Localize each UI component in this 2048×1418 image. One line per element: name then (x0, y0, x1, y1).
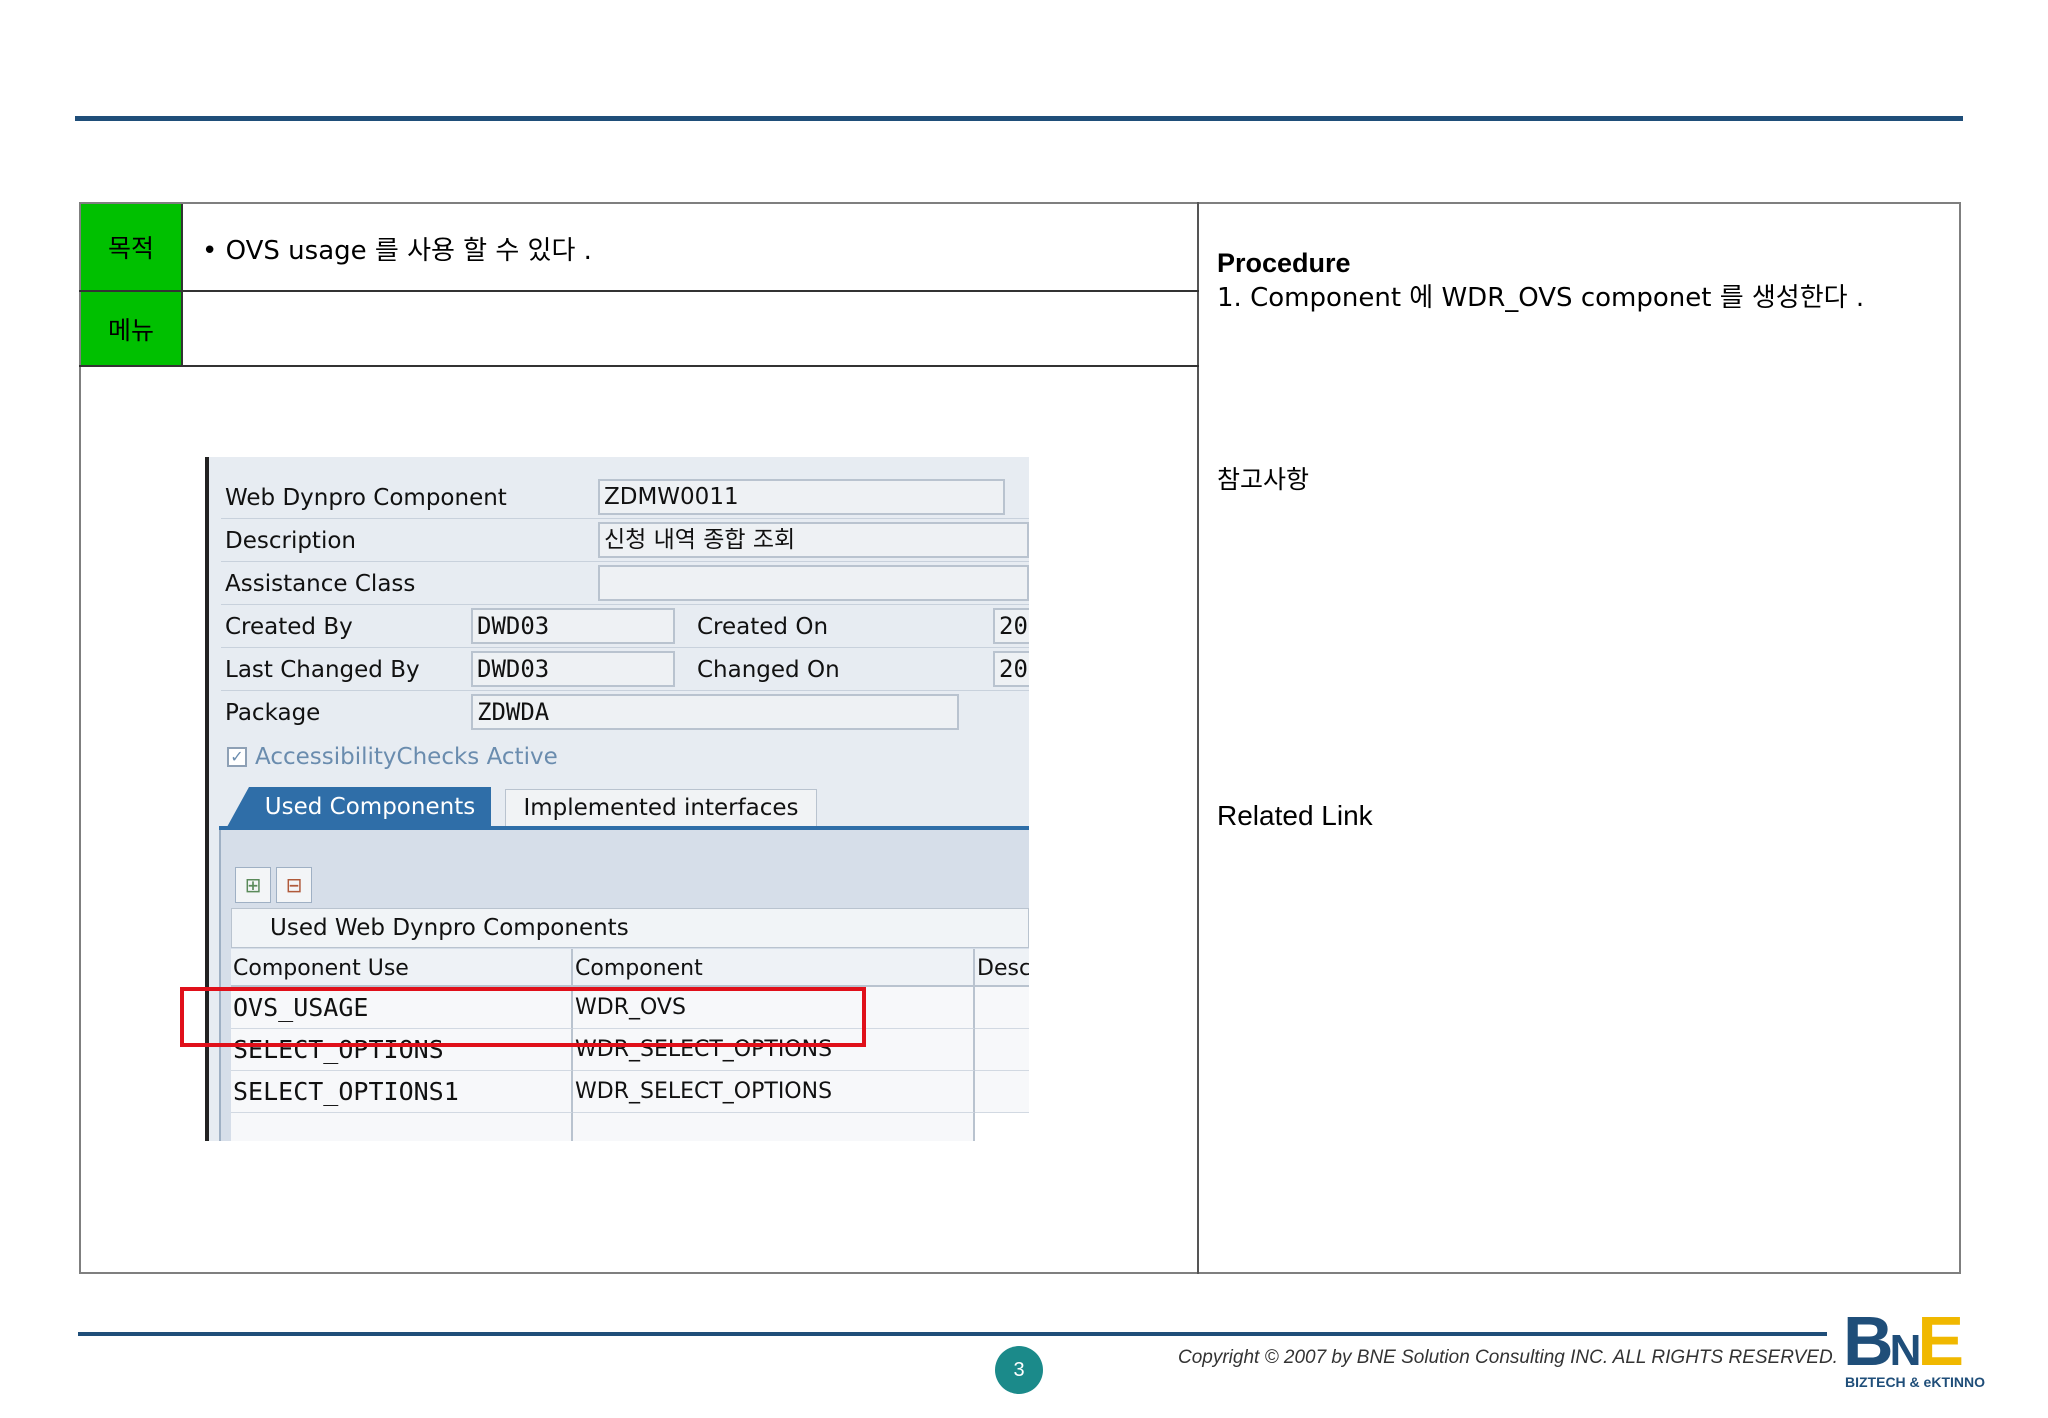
objective-text: • OVS usage 를 사용 할 수 있다 . (202, 236, 592, 266)
copyright-text: Copyright © 2007 by BNE Solution Consult… (1178, 1347, 1838, 1368)
table-cell-description[interactable] (975, 1029, 1029, 1071)
table-cell-description[interactable] (975, 1071, 1029, 1113)
objective-label: 목적 (81, 204, 181, 290)
tab-used-components[interactable]: Used Components (227, 787, 491, 827)
logo-mark: BNE (1843, 1302, 1964, 1380)
component-label: Web Dynpro Component (225, 485, 507, 511)
logo-subtitle: BIZTECH & eKTINNO (1845, 1374, 1985, 1390)
table-title: Used Web Dynpro Components (231, 908, 1029, 948)
description-label: Description (225, 528, 356, 554)
changed-on-field[interactable]: 20 (993, 651, 1029, 687)
menu-label: 메뉴 (81, 292, 181, 365)
table-cell-description[interactable] (975, 987, 1029, 1029)
changed-on-label: Changed On (697, 657, 840, 683)
row-separator (221, 690, 1029, 691)
table-cell-empty[interactable] (231, 1113, 573, 1141)
row-divider-1 (79, 290, 1199, 292)
created-by-field[interactable]: DWD03 (471, 608, 675, 644)
footer-rule (78, 1332, 1827, 1336)
assistance-class-label: Assistance Class (225, 571, 416, 597)
insert-row-icon[interactable]: ⊞ (235, 867, 271, 903)
note-title: 참고사항 (1217, 465, 1310, 494)
delete-row-icon[interactable]: ⊟ (276, 867, 312, 903)
table-cell-component-use[interactable]: SELECT_OPTIONS1 (231, 1071, 573, 1113)
header-rule (75, 116, 1963, 121)
created-on-field[interactable]: 20 (993, 608, 1029, 644)
accessibility-checkbox[interactable]: ✓ (227, 747, 247, 767)
col-header-description[interactable]: Desc (975, 949, 1029, 987)
row-separator (221, 604, 1029, 605)
package-field[interactable]: ZDWDA (471, 694, 959, 730)
row-divider-2 (79, 365, 1199, 367)
description-field[interactable]: 신청 내역 종합 조회 (598, 522, 1029, 558)
row-separator (221, 647, 1029, 648)
procedure-step: 1. Component 에 WDR_OVS componet 를 생성한다 . (1217, 283, 1865, 313)
package-label: Package (225, 700, 321, 726)
component-field[interactable]: ZDMW0011 (598, 479, 1005, 515)
assistance-class-field[interactable] (598, 565, 1029, 601)
col-header-component-use[interactable]: Component Use (231, 949, 573, 987)
related-link[interactable]: Related Link (1217, 800, 1373, 832)
label-divider (181, 204, 183, 365)
procedure-title: Procedure (1217, 248, 1351, 278)
row-separator (221, 518, 1029, 519)
page-number: 3 (995, 1346, 1043, 1394)
table-cell-empty[interactable] (573, 1113, 975, 1141)
last-changed-by-field[interactable]: DWD03 (471, 651, 675, 687)
tab-implemented-interfaces[interactable]: Implemented interfaces (505, 789, 817, 827)
accessibility-label: AccessibilityChecks Active (255, 744, 558, 770)
created-on-label: Created On (697, 614, 829, 640)
col-header-component[interactable]: Component (573, 949, 975, 987)
highlight-box (180, 987, 866, 1047)
table-cell-component[interactable]: WDR_SELECT_OPTIONS (573, 1071, 975, 1113)
bne-logo: BNE BIZTECH & eKTINNO (1843, 1302, 1993, 1392)
last-changed-by-label: Last Changed By (225, 657, 420, 683)
row-separator (221, 561, 1029, 562)
column-divider (1197, 202, 1199, 1274)
created-by-label: Created By (225, 614, 353, 640)
